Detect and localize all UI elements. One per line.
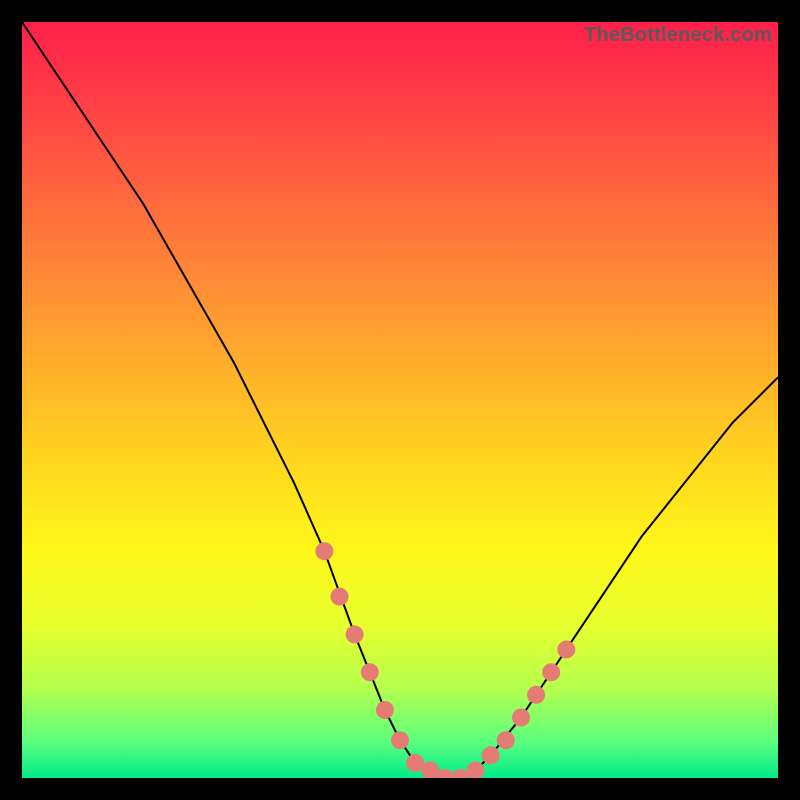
data-dot [512,709,530,727]
data-dot [482,746,500,764]
chart-frame: TheBottleneck.com [0,0,800,800]
data-dot [497,731,515,749]
data-dot [542,663,560,681]
data-dot [331,588,349,606]
data-dot [315,542,333,560]
data-dots-group [315,542,575,778]
chart-svg [22,22,778,778]
bottleneck-curve [22,22,778,778]
data-dot [361,663,379,681]
data-dot [391,731,409,749]
plot-area: TheBottleneck.com [22,22,778,778]
data-dot [346,625,364,643]
data-dot [376,701,394,719]
data-dot [527,686,545,704]
data-dot [557,641,575,659]
